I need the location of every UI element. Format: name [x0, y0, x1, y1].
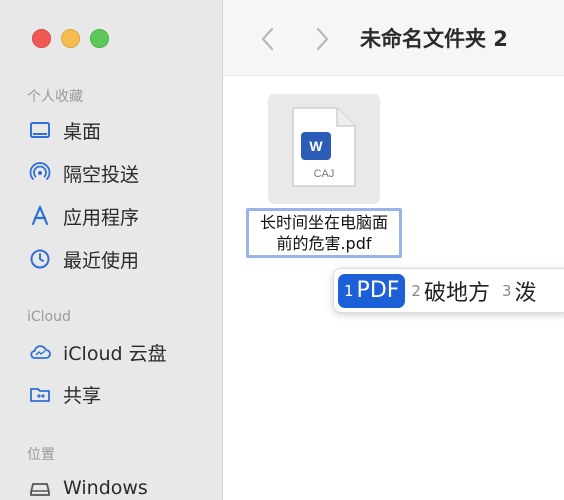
window-title: 未命名文件夹 2 — [360, 27, 508, 51]
chevron-right-icon — [316, 27, 329, 51]
sidebar-item-icloud-drive[interactable]: iCloud 云盘 — [27, 336, 167, 368]
filename-line-1: 长时间坐在电脑面 — [259, 213, 388, 232]
sidebar-item-applications[interactable]: 应用程序 — [27, 200, 139, 232]
ime-candidate-2[interactable]: 2 破地方 — [405, 274, 496, 308]
clock-icon — [27, 246, 53, 272]
sidebar-item-recents[interactable]: 最近使用 — [27, 243, 139, 275]
minimize-button[interactable] — [61, 29, 80, 48]
sidebar-item-label: iCloud 云盘 — [63, 342, 167, 365]
shared-folder-icon — [27, 381, 53, 407]
sidebar-item-label: 最近使用 — [63, 249, 140, 272]
candidate-number: 1 — [344, 281, 354, 300]
ime-candidate-1[interactable]: 1 PDF — [338, 273, 406, 308]
section-title-icloud: iCloud — [27, 309, 71, 325]
file-extension-label: CAJ — [313, 168, 335, 180]
candidate-number: 2 — [411, 281, 421, 300]
finder-window: 个人收藏 桌面 隔空投送 应用程序 最近使用 iCloud iCloud 云盘 … — [0, 0, 564, 500]
sidebar: 个人收藏 桌面 隔空投送 应用程序 最近使用 iCloud iCloud 云盘 … — [0, 0, 223, 500]
chevron-left-icon — [261, 27, 274, 51]
cloud-icon — [27, 339, 53, 365]
sidebar-item-shared[interactable]: 共享 — [27, 378, 101, 410]
window-controls — [32, 29, 109, 48]
sidebar-item-airdrop[interactable]: 隔空投送 — [27, 157, 139, 189]
sidebar-item-label: 共享 — [63, 384, 102, 407]
candidate-number: 3 — [501, 281, 512, 300]
ime-candidate-bar: 1 PDF 2 破地方 3 泼 — [333, 268, 564, 313]
document-icon: W CAJ — [291, 106, 357, 188]
sidebar-item-windows[interactable]: Windows — [27, 472, 148, 500]
forward-button[interactable] — [307, 22, 337, 56]
airdrop-icon — [27, 160, 53, 186]
zoom-button[interactable] — [90, 29, 109, 48]
sidebar-item-desktop[interactable]: 桌面 — [27, 114, 101, 146]
word-icon: W — [301, 132, 331, 160]
applications-icon — [27, 203, 53, 229]
content-area: 未命名文件夹 2 W CAJ 长时间坐在电脑面 前的危害.pdf 1 PDF 2 — [223, 0, 564, 500]
drive-icon — [27, 475, 53, 500]
sidebar-item-label: 应用程序 — [63, 206, 140, 229]
file-item[interactable]: W CAJ — [268, 94, 380, 204]
section-title-favorites: 个人收藏 — [27, 89, 83, 105]
sidebar-item-label: Windows — [63, 477, 148, 499]
sidebar-item-label: 隔空投送 — [63, 163, 140, 186]
ime-candidate-3[interactable]: 3 泼 — [496, 274, 543, 308]
candidate-text: 泼 — [514, 280, 537, 306]
toolbar: 未命名文件夹 2 — [223, 0, 564, 76]
section-title-locations: 位置 — [27, 447, 55, 463]
filename-edit-field[interactable]: 长时间坐在电脑面 前的危害.pdf — [246, 208, 402, 258]
candidate-text: 破地方 — [423, 280, 490, 306]
close-button[interactable] — [32, 29, 51, 48]
desktop-icon — [27, 117, 53, 143]
candidate-text: PDF — [356, 278, 400, 303]
sidebar-item-label: 桌面 — [63, 120, 102, 143]
filename-line-2: 前的危害.pdf — [276, 234, 372, 253]
back-button[interactable] — [253, 22, 283, 56]
